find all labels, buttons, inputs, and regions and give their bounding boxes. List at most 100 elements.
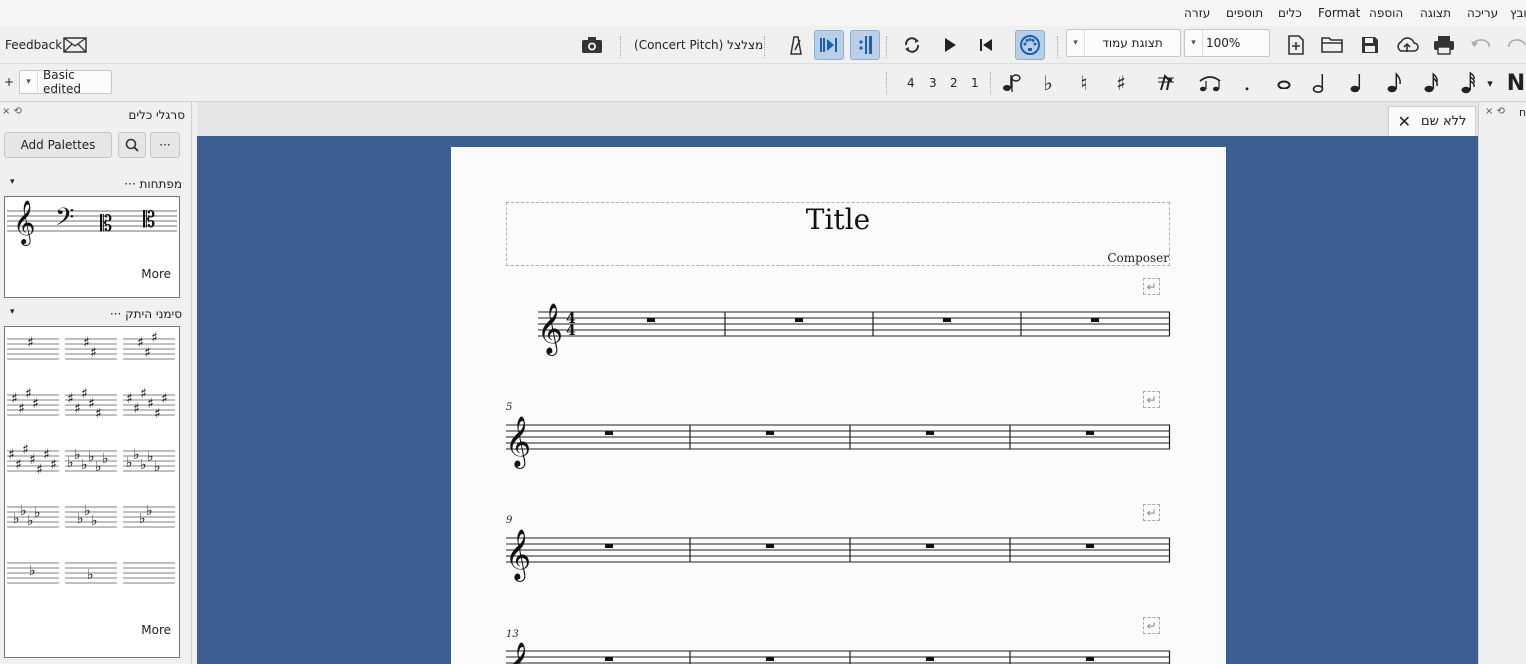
midi-input-icon[interactable]	[1015, 30, 1045, 60]
panel-edge-label: ח	[1519, 106, 1526, 119]
svg-text:♯: ♯	[27, 335, 34, 351]
properties-panel-collapsed: × ⟲ ח	[1478, 102, 1526, 664]
svg-text:♯: ♯	[8, 447, 15, 463]
redo-icon[interactable]	[1502, 30, 1526, 60]
menu-edit[interactable]: עריכה	[1467, 6, 1498, 20]
svg-text:♯: ♯	[29, 452, 36, 468]
concert-pitch-toggle[interactable]: מצלצל (Concert Pitch)	[634, 38, 763, 52]
keysig-palette-title: סימני היתק	[125, 307, 182, 321]
print-icon[interactable]	[1429, 30, 1459, 60]
augmentation-dot-icon[interactable]: .	[1231, 68, 1263, 98]
svg-text:♯: ♯	[67, 391, 74, 407]
eighth-note-icon[interactable]	[1378, 68, 1410, 98]
file-toolbar: Feedback מצלצל (Concert Pitch) ▾ תצוגת ע…	[0, 26, 1526, 64]
alto-clef-icon[interactable]	[93, 197, 135, 247]
svg-text:♯: ♯	[147, 396, 154, 412]
svg-text:♭: ♭	[87, 567, 94, 583]
sixteenth-note-icon[interactable]	[1415, 68, 1447, 98]
svg-text:♯: ♯	[144, 345, 151, 361]
add-toolbar-icon[interactable]: +	[4, 75, 14, 89]
loop-icon[interactable]	[897, 30, 927, 60]
tie-icon[interactable]	[1194, 68, 1226, 98]
workspace-value: Basic edited	[43, 68, 82, 96]
play-icon[interactable]	[935, 30, 965, 60]
keysig-palette-header[interactable]: ▾ סימני היתק ···	[6, 307, 182, 325]
image-capture-icon[interactable]	[577, 30, 607, 60]
close-icon[interactable]: × ⟲	[1485, 106, 1505, 117]
svg-text:♭: ♭	[147, 449, 154, 465]
flip-direction-icon[interactable]	[996, 68, 1028, 98]
natural-icon[interactable]: ♮	[1068, 68, 1100, 98]
rewind-icon[interactable]	[971, 30, 1001, 60]
thirty-second-note-icon[interactable]	[1452, 68, 1484, 98]
svg-text:♭: ♭	[74, 447, 81, 463]
open-folder-icon[interactable]	[1317, 30, 1347, 60]
note-input-toolbar: + ▾ Basic edited 4 3 2 1 ♭ ♮ ♯ . ▾ N	[0, 64, 1526, 102]
playback-repeats-icon[interactable]	[850, 30, 880, 60]
score-tab-bar: ✕ ללא שם	[197, 102, 1478, 136]
treble-clef-icon: 𝄞	[537, 303, 563, 356]
save-icon[interactable]	[1355, 30, 1385, 60]
menu-add[interactable]: הוספה	[1369, 6, 1403, 20]
tab-label: ללא שם	[1420, 114, 1467, 129]
workspace-select[interactable]: ▾ Basic edited	[19, 68, 112, 96]
rest-icon[interactable]	[1150, 68, 1182, 98]
svg-text:♯: ♯	[137, 335, 144, 351]
add-palettes-button[interactable]: Add Palettes	[4, 132, 112, 158]
svg-text:♯: ♯	[133, 401, 140, 417]
keysig-more-button[interactable]: More	[141, 623, 171, 637]
svg-text:♭: ♭	[146, 503, 153, 519]
score-staves[interactable]: 𝄞 4 4 𝄞 𝄞 𝄞	[451, 147, 1226, 664]
more-options-button[interactable]: ···	[150, 132, 180, 158]
close-icon[interactable]: ✕	[1398, 112, 1411, 131]
sharp-icon[interactable]: ♯	[1105, 68, 1137, 98]
bass-clef-icon[interactable]	[49, 197, 91, 247]
menu-view[interactable]: תצוגה	[1420, 6, 1451, 20]
view-mode-select[interactable]: ▾ תצוגת עמוד	[1066, 29, 1181, 57]
view-mode-value: תצוגת עמוד	[1102, 36, 1163, 50]
svg-text:♭: ♭	[20, 503, 27, 519]
menu-format[interactable]: Format	[1318, 6, 1360, 20]
search-icon[interactable]	[118, 132, 146, 158]
half-note-icon[interactable]	[1304, 68, 1336, 98]
pan-score-icon[interactable]	[814, 30, 844, 60]
cloud-upload-icon[interactable]	[1392, 30, 1422, 60]
voice-1-button[interactable]: 1	[971, 76, 979, 90]
svg-text:♯: ♯	[25, 386, 32, 402]
undo-icon[interactable]	[1466, 30, 1496, 60]
svg-text:♯: ♯	[140, 386, 147, 402]
menu-file[interactable]: קובץ	[1510, 6, 1526, 20]
svg-text:♯: ♯	[154, 406, 161, 422]
quarter-note-icon[interactable]	[1341, 68, 1373, 98]
flat-icon[interactable]: ♭	[1032, 68, 1064, 98]
svg-text:♯: ♯	[50, 457, 57, 473]
score-canvas[interactable]: Title Composer ↵ ↵ ↵ ↵ 5 9 13 𝄞 4 4 𝄞 𝄞	[197, 136, 1478, 664]
svg-text:♭: ♭	[84, 503, 91, 519]
svg-text:♭: ♭	[34, 505, 41, 521]
whole-note-icon[interactable]	[1268, 68, 1300, 98]
chevron-down-icon[interactable]: ▾	[1482, 68, 1498, 98]
voice-4-button[interactable]: 4	[907, 76, 915, 90]
zoom-select[interactable]: ▾ 100%	[1184, 29, 1270, 57]
feedback-label[interactable]: Feedback	[5, 38, 62, 52]
svg-text:♯: ♯	[90, 345, 97, 361]
close-icon[interactable]: × ⟲	[2, 106, 22, 117]
clefs-more-button[interactable]: More	[141, 267, 171, 281]
clefs-palette-header[interactable]: ▾ מפתחות ···	[6, 177, 182, 195]
tenor-clef-icon[interactable]	[137, 197, 179, 247]
voice-3-button[interactable]: 3	[929, 76, 937, 90]
chevron-down-icon: ▾	[1067, 30, 1085, 56]
note-input-mode-icon[interactable]: N	[1500, 68, 1526, 98]
tab-untitled[interactable]: ✕ ללא שם	[1388, 106, 1476, 136]
menu-help[interactable]: עזרה	[1184, 6, 1210, 20]
menu-tools[interactable]: כלים	[1278, 6, 1302, 20]
score-page[interactable]: Title Composer ↵ ↵ ↵ ↵ 5 9 13 𝄞 4 4 𝄞 𝄞	[451, 147, 1226, 664]
new-file-icon[interactable]	[1281, 30, 1311, 60]
voice-2-button[interactable]: 2	[950, 76, 958, 90]
treble-clef-icon[interactable]	[5, 197, 47, 247]
metronome-icon[interactable]	[780, 30, 810, 60]
clefs-palette: 𝄞 𝄢 𝄡 𝄡 More	[4, 196, 180, 298]
svg-text:♭: ♭	[91, 513, 98, 529]
menu-plugins[interactable]: תוספים	[1226, 6, 1263, 20]
mail-icon[interactable]	[60, 30, 90, 60]
